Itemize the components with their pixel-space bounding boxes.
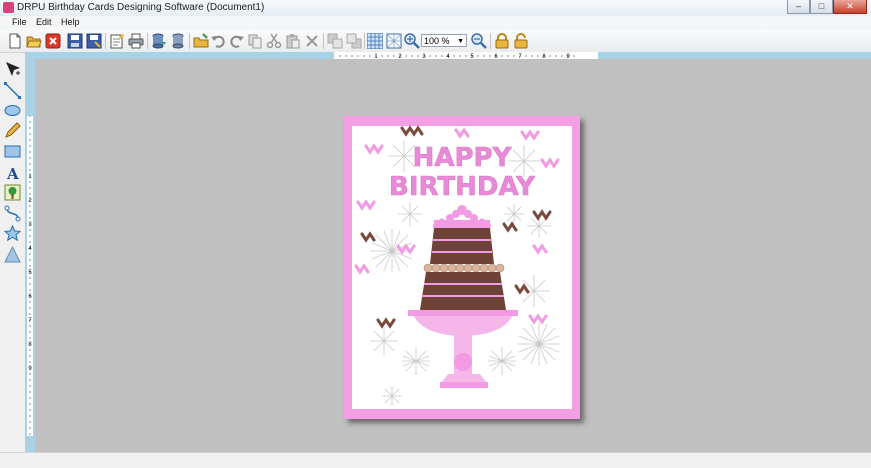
properties-icon[interactable] — [109, 33, 125, 49]
tool-palette: A — [0, 58, 25, 452]
menu-file[interactable]: File — [12, 17, 27, 27]
image-tool-icon[interactable] — [4, 184, 21, 201]
birthday-card[interactable]: HAPPY BIRTHDAY — [344, 116, 580, 419]
toolbar-separator — [147, 33, 148, 49]
card-title-happy[interactable]: HAPPY — [412, 143, 513, 174]
print-icon[interactable] — [128, 33, 144, 49]
bring-front-icon[interactable] — [327, 33, 343, 49]
vertical-ruler: 1 2 3 4 5 6 7 8 9 — [25, 58, 35, 452]
cut-icon[interactable] — [266, 33, 282, 49]
toolbar-separator — [189, 33, 190, 49]
text-tool-icon[interactable]: A — [4, 164, 21, 181]
horizontal-ruler: 123456789 — [25, 52, 871, 59]
curve-tool-icon[interactable] — [4, 205, 21, 222]
app-icon — [3, 2, 14, 13]
open-icon[interactable] — [26, 33, 42, 49]
save-icon[interactable] — [67, 33, 83, 49]
horizontal-ruler-ticks: 123456789 — [339, 54, 575, 59]
ruler-label: 1 — [28, 174, 32, 180]
toolbar-separator — [323, 33, 324, 49]
copy-icon[interactable] — [247, 33, 263, 49]
window-title: DRPU Birthday Cards Designing Software (… — [17, 2, 265, 13]
redo-icon[interactable] — [229, 33, 245, 49]
delete-icon[interactable] — [304, 33, 320, 49]
grid-icon[interactable] — [367, 33, 383, 49]
toolbar-separator — [490, 33, 491, 49]
ruler-label: 7 — [28, 318, 32, 324]
ruler-label: 3 — [28, 222, 32, 228]
vertical-ruler-ticks: 1 2 3 4 5 6 7 8 9 — [28, 116, 32, 435]
menu-edit[interactable]: Edit — [36, 17, 52, 27]
unlock-icon[interactable] — [513, 33, 529, 49]
paste-icon[interactable] — [285, 33, 301, 49]
folder-icon[interactable] — [193, 33, 209, 49]
ruler-label: 9 — [28, 366, 32, 372]
close-icon[interactable] — [45, 33, 61, 49]
menu-help[interactable]: Help — [61, 17, 80, 27]
svg-text:A: A — [6, 165, 19, 181]
zoom-select[interactable]: 100 % ▼ — [421, 34, 467, 47]
ruler-label: 2 — [28, 198, 32, 204]
zoom-value: 100 % — [424, 36, 450, 46]
toolbar: 100 % ▼ — [0, 30, 871, 53]
toolbar-separator — [105, 33, 106, 49]
send-back-icon[interactable] — [346, 33, 362, 49]
new-icon[interactable] — [7, 33, 23, 49]
menu-bar: File Edit Help — [0, 16, 871, 30]
card-title-birthday[interactable]: BIRTHDAY — [389, 172, 537, 203]
rectangle-tool-icon[interactable] — [4, 143, 21, 160]
line-tool-icon[interactable] — [4, 82, 21, 99]
database-icon[interactable] — [170, 33, 186, 49]
select-tool-icon[interactable] — [4, 61, 21, 78]
close-button[interactable]: ✕ — [833, 0, 867, 14]
ruler-label: 4 — [28, 246, 32, 252]
window-controls: – □ ✕ — [787, 0, 867, 14]
zoom-out-icon[interactable] — [471, 33, 487, 49]
triangle-tool-icon[interactable] — [4, 246, 21, 263]
chevron-down-icon: ▼ — [457, 38, 464, 45]
toolbar-separator — [364, 33, 365, 49]
title-bar: DRPU Birthday Cards Designing Software (… — [0, 0, 871, 17]
status-bar — [0, 452, 871, 468]
minimize-button[interactable]: – — [787, 0, 810, 14]
star-tool-icon[interactable] — [4, 225, 21, 242]
zoom-in-icon[interactable] — [404, 33, 420, 49]
ellipse-tool-icon[interactable] — [4, 102, 21, 119]
lock-icon[interactable] — [494, 33, 510, 49]
show-grid-icon[interactable] — [386, 33, 402, 49]
save-as-icon[interactable] — [86, 33, 102, 49]
ruler-label: 5 — [28, 270, 32, 276]
maximize-button[interactable]: □ — [810, 0, 833, 14]
export-icon[interactable] — [151, 33, 167, 49]
pencil-tool-icon[interactable] — [4, 122, 21, 139]
ruler-label: 6 — [28, 294, 32, 300]
undo-icon[interactable] — [210, 33, 226, 49]
ruler-label: 8 — [28, 342, 32, 348]
